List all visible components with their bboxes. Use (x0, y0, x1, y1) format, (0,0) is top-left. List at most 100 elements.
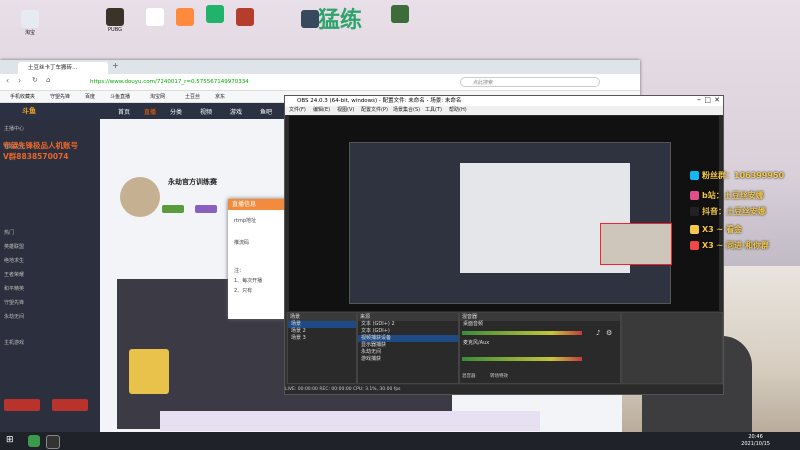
menu-view[interactable]: 视图(V) (337, 106, 354, 115)
sources-header: 来源 (358, 313, 458, 321)
scene-item[interactable]: 场景 2 (288, 328, 356, 335)
app-icon (146, 8, 164, 26)
penguin-icon (690, 171, 699, 180)
fans-group-text: 守望先锋极品人机账号 V群8838570074 (3, 140, 78, 162)
source-item[interactable]: 文本 (GDI+) 2 (358, 321, 458, 328)
nav-item[interactable]: 直播 (144, 107, 156, 116)
bookmark-item[interactable]: 淘宝网 (150, 93, 165, 100)
app-icon (176, 8, 194, 26)
preview-nested-capture (349, 142, 672, 304)
tag-badge[interactable] (195, 205, 217, 213)
mixer-tab[interactable]: 混音器 (462, 373, 476, 379)
rtmp-label: rtmp地址 (234, 218, 257, 224)
obs-dock: 场景 场景 场景 2 场景 3 来源 文本 (GDI+) 2 文本 (GDI+)… (285, 312, 723, 394)
sidebar-item[interactable]: 主播中心 (4, 125, 24, 132)
sidebar-item[interactable]: 主机游戏 (4, 339, 24, 346)
controls-panel (621, 312, 723, 384)
preview-webcam (600, 223, 672, 265)
follow-button[interactable] (162, 205, 184, 213)
app-icon (236, 8, 254, 26)
scene-item[interactable]: 场景 3 (288, 335, 356, 342)
desktop-icon[interactable] (290, 10, 330, 29)
obs-preview[interactable] (289, 116, 719, 311)
menu-edit[interactable]: 编辑(E) (313, 106, 330, 115)
desktop-icon[interactable]: PUBG (95, 8, 135, 33)
sidebar-item[interactable]: 王者荣耀 (4, 271, 24, 278)
browser-taskbar-icon[interactable] (28, 435, 40, 447)
nav-item[interactable]: 分类 (170, 107, 182, 116)
bookmark-item[interactable]: 斗鱼直播 (110, 93, 130, 100)
overlay-line: X3 ~ 同进·和你群 (690, 240, 769, 251)
obs-titlebar: OBS 24.0.3 (64-bit, windows) - 配置文件: 未命名… (285, 96, 723, 106)
sources-panel: 来源 文本 (GDI+) 2 文本 (GDI+) 视频捕获设备 显示器捕获 永劫… (357, 312, 459, 384)
close-icon[interactable]: ✕ (714, 96, 720, 104)
streamer-name: 永劫官方训练赛 (168, 178, 217, 186)
sidebar-item[interactable]: 热门 (4, 229, 14, 236)
menu-profile[interactable]: 配置文件(P) (361, 106, 388, 115)
obs-window: OBS 24.0.3 (64-bit, windows) - 配置文件: 未命名… (284, 95, 724, 395)
menu-tools[interactable]: 工具(T) (425, 106, 442, 115)
overlay-line: b站：土豆丝安娜 (690, 190, 764, 201)
bookmark-item[interactable]: 土豆丝 (185, 93, 200, 100)
fans-line: V群8838570074 (3, 152, 69, 161)
fans-line: 守望先锋极品人机账号 (3, 141, 78, 150)
source-item[interactable]: 游戏捕获 (358, 356, 458, 363)
mixer-panel: 混音器 桌面音频 麦克风/Aux ♪ ⚙ 混音器 转场特效 (459, 312, 621, 384)
home-icon[interactable]: ⌂ (46, 76, 50, 84)
refresh-icon[interactable]: ↻ (32, 76, 38, 84)
bookmark-item[interactable]: 手机收藏夹 (10, 93, 35, 100)
source-item[interactable]: 永劫无间 (358, 349, 458, 356)
back-icon[interactable]: ‹ (6, 76, 9, 85)
obs-taskbar-icon[interactable] (46, 435, 60, 449)
new-tab-icon[interactable]: + (112, 61, 119, 70)
source-item[interactable]: 显示器捕获 (358, 342, 458, 349)
app-icon (21, 10, 39, 28)
sidebar-item[interactable]: 绝地求生 (4, 257, 24, 264)
scenes-panel: 场景 场景 场景 2 场景 3 (287, 312, 357, 384)
sidebar-item[interactable]: 和平精英 (4, 285, 24, 292)
bookmark-item[interactable]: 百度 (85, 93, 95, 100)
bookmark-item[interactable]: 守望先锋 (50, 93, 70, 100)
overlay-line: 抖音：土豆丝安娜 (690, 206, 766, 217)
sidebar-item[interactable]: 永劫无间 (4, 313, 24, 320)
menu-file[interactable]: 文件(F) (289, 106, 306, 115)
mixer-tab[interactable]: 转场特效 (490, 373, 508, 379)
forward-icon[interactable]: › (18, 76, 21, 85)
obs-statusbar: LIVE: 00:00:00 REC: 00:00:00 CPU: 3.1%, … (285, 385, 723, 394)
sidebar-button[interactable] (52, 399, 88, 411)
douyu-logo[interactable]: 斗鱼 (22, 106, 36, 116)
browser-tab[interactable]: 土豆丝卡丁车搬砖… (18, 62, 108, 74)
desktop-icon[interactable]: 淘宝 (10, 10, 50, 36)
desktop-icon-label: 淘宝 (24, 30, 35, 36)
avatar[interactable] (120, 177, 160, 217)
sidebar-item[interactable]: 英雄联盟 (4, 243, 24, 250)
desktop-icon[interactable] (225, 8, 265, 27)
scenes-header: 场景 (288, 313, 356, 321)
speaker-icon[interactable]: ♪ (596, 329, 600, 337)
pencil-icon (690, 225, 699, 234)
nav-item[interactable]: 鱼吧 (260, 107, 272, 116)
clock-time: 20:46 (748, 434, 763, 440)
source-item[interactable]: 视频捕获设备 (358, 335, 458, 342)
url-field[interactable]: https://www.douyu.com/7240017_r=0.575567… (90, 77, 350, 87)
gear-icon[interactable]: ⚙ (606, 329, 612, 337)
app-icon (391, 5, 409, 23)
menu-scene-collection[interactable]: 场景集合(S) (393, 106, 420, 115)
sidebar-button[interactable] (4, 399, 40, 411)
desktop-icon[interactable] (380, 5, 420, 24)
overlay-line: X3 ~ 看金 (690, 224, 742, 235)
minimize-icon[interactable]: – (697, 95, 701, 104)
bookmark-item[interactable]: 京东 (215, 93, 225, 100)
sidebar-item[interactable]: 守望先锋 (4, 299, 24, 306)
scene-item[interactable]: 场景 (288, 321, 356, 328)
menu-help[interactable]: 帮助(H) (449, 106, 467, 115)
nav-item[interactable]: 视频 (200, 107, 212, 116)
nav-item[interactable]: 游戏 (230, 107, 242, 116)
nav-item[interactable]: 首页 (118, 107, 130, 116)
stream-key-label: 推流码 (234, 240, 250, 246)
source-item[interactable]: 文本 (GDI+) (358, 328, 458, 335)
windows-start-icon[interactable]: ⊞ (6, 435, 14, 445)
app-icon (206, 5, 224, 23)
search-input[interactable]: 点此搜索 (460, 77, 600, 87)
maximize-icon[interactable]: □ (704, 96, 711, 104)
